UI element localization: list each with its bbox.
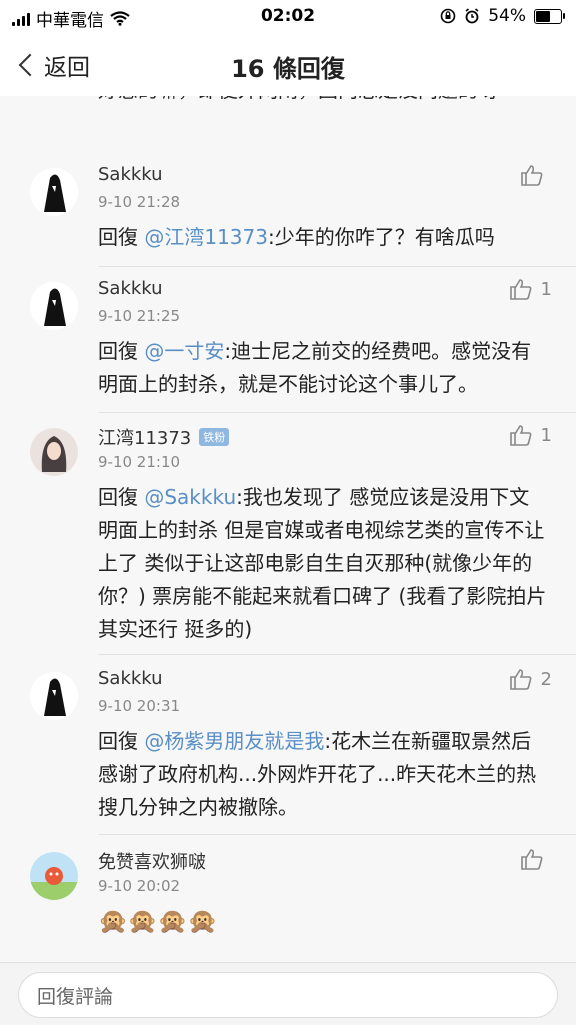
comment-text: 回復 @江湾11373:少年的你咋了？有啥瓜吗 (98, 225, 495, 249)
comment-author[interactable]: 江湾11373 铁粉 (98, 424, 230, 450)
comment-author[interactable]: Sakkku (98, 164, 163, 185)
like-button[interactable]: 1 (509, 278, 552, 300)
avatar[interactable] (30, 168, 78, 216)
divider (98, 654, 576, 655)
comment-list[interactable]: 好感的嘛，即便外网闹，国内总是没问题的呀 Sakkku 9-10 21:28 回… (0, 96, 576, 962)
fan-badge: 铁粉 (199, 428, 230, 446)
alarm-icon (465, 8, 479, 24)
avatar[interactable] (30, 672, 78, 720)
divider (98, 412, 576, 413)
status-right: 54% (440, 6, 565, 26)
mention-link[interactable]: @一寸安 (144, 339, 224, 363)
comment-text: 🙊🙊🙊🙊 (98, 905, 548, 939)
battery-icon (534, 8, 565, 24)
thumbs-up-icon (509, 279, 531, 300)
comment-time: 9-10 20:31 (98, 697, 181, 715)
comment-text: 回復 @一寸安:迪士尼之前交的经费吧。感觉没有明面上的封杀，就是不能讨论这个事儿… (98, 339, 532, 396)
mention-link[interactable]: @杨紫男朋友就是我 (144, 729, 324, 753)
reply-placeholder: 回復評論 (37, 985, 114, 1008)
like-count: 1 (540, 278, 552, 300)
orientation-lock-icon (440, 8, 456, 24)
thumbs-up-icon (509, 425, 531, 446)
comment-author[interactable]: 免赞喜欢狮啵 (98, 848, 206, 874)
battery-percent: 54% (488, 6, 526, 26)
like-button[interactable]: 2 (509, 668, 552, 690)
thumbs-up-icon (521, 849, 543, 870)
like-button[interactable] (520, 848, 552, 870)
partial-comment-text: 好感的嘛，即便外网闹，国内总是没问题的呀 (98, 96, 558, 107)
avatar[interactable] (30, 428, 78, 476)
reply-bar: 回復評論 (0, 962, 576, 1025)
like-count: 1 (540, 424, 552, 446)
page-title: 16 條回復 (231, 55, 345, 83)
comment-text: 回復 @杨紫男朋友就是我:花木兰在新疆取景然后感谢了政府机构...外网炸开花了.… (98, 729, 537, 819)
divider (98, 834, 576, 835)
comment-time: 9-10 21:10 (98, 453, 181, 471)
divider (98, 266, 576, 267)
mention-link[interactable]: @江湾11373 (144, 225, 268, 249)
comment-text: 回復 @Sakkku:我也发现了 感觉应该是没用下文明面上的封杀 但是官媒或者电… (98, 485, 547, 641)
nav-bar: 返回 16 條回復 (0, 34, 576, 96)
like-button[interactable] (520, 164, 552, 186)
status-bar: 中華電信 02:02 54% (0, 0, 576, 34)
comment-time: 9-10 21:28 (98, 193, 181, 211)
thumbs-up-icon (521, 165, 543, 186)
reply-input[interactable]: 回復評論 (18, 972, 558, 1018)
avatar[interactable] (30, 852, 78, 900)
comment-author[interactable]: Sakkku (98, 668, 163, 689)
comment-time: 9-10 20:02 (98, 877, 181, 895)
mention-link[interactable]: @Sakkku (144, 485, 236, 509)
see-no-evil-monkey-icon: 🙊🙊🙊🙊 (98, 907, 218, 935)
comment-author[interactable]: Sakkku (98, 278, 163, 299)
like-button[interactable]: 1 (509, 424, 552, 446)
thumbs-up-icon (509, 669, 531, 690)
avatar[interactable] (30, 282, 78, 330)
like-count: 2 (540, 668, 552, 690)
comment-time: 9-10 21:25 (98, 307, 181, 325)
